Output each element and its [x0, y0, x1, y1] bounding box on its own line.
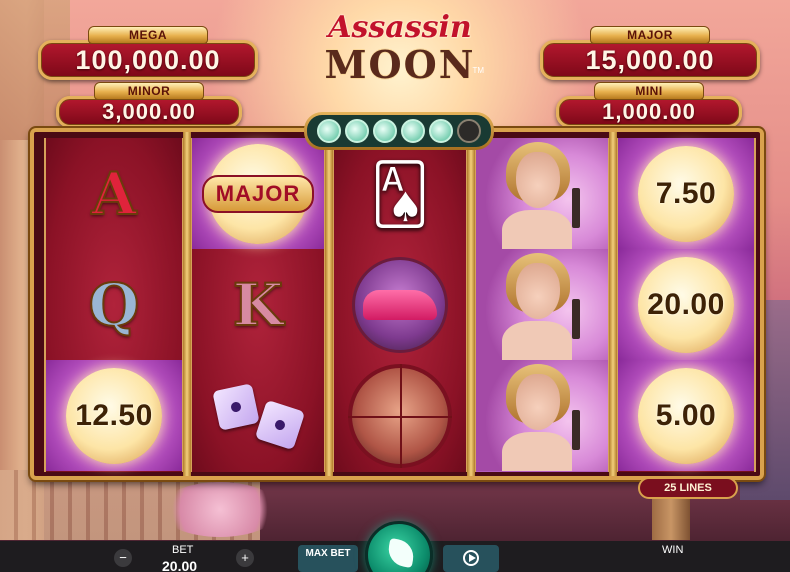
reel5-moon-symbol-2: 20.00 [618, 249, 754, 360]
reel3-villain-symbol [334, 360, 466, 471]
woman-icon [476, 249, 608, 360]
flowers [160, 482, 280, 537]
moon-pip-filled [345, 119, 369, 143]
moon-value: 12.50 [75, 398, 153, 432]
reel2-symbol-k: K [192, 249, 324, 360]
reel2-major-symbol: MAJOR [192, 138, 324, 249]
jackpot-mini-value: 1,000.00 [556, 96, 742, 128]
moon-value: 20.00 [647, 287, 725, 321]
moon-value: 7.50 [655, 176, 717, 210]
jackpot-mini: MINI 1,000.00 [556, 82, 742, 128]
reel4-woman-symbol-1 [476, 138, 608, 249]
reel4-woman-symbol-2 [476, 249, 608, 360]
major-badge: MAJOR [201, 174, 315, 213]
jackpot-major-value: 15,000.00 [540, 40, 760, 80]
bet-increase-button[interactable]: + [236, 549, 254, 567]
spin-icon [385, 537, 417, 569]
paylines-badge: 25 LINES [638, 477, 738, 499]
moon-pip-filled [373, 119, 397, 143]
car-icon [352, 256, 448, 353]
bet-value: 20.00 [162, 558, 198, 572]
jackpot-mega-label: MEGA [88, 26, 208, 44]
moon-value: 5.00 [655, 398, 717, 432]
win-label: WIN [662, 544, 684, 556]
cards-martini-icon: 🂡 [370, 161, 430, 227]
jackpot-mega-value: 100,000.00 [38, 40, 258, 80]
jackpot-major: MAJOR 15,000.00 [540, 26, 760, 80]
jackpot-major-label: MAJOR [590, 26, 710, 44]
reel3-cards-symbol: 🂡 [334, 138, 466, 249]
reel-3: 🂡 [332, 138, 468, 472]
letter-q-symbol: Q [88, 270, 141, 340]
letter-a-symbol: A [90, 159, 137, 229]
reel5-moon-symbol-1: 7.50 [618, 138, 754, 249]
game-logo: Assassin MOON TM [312, 8, 488, 112]
moon-icon: MAJOR [201, 143, 315, 244]
logo-line1: Assassin [328, 10, 472, 45]
reel1-moon-symbol: 12.50 [46, 360, 182, 471]
reel3-car-symbol [334, 249, 466, 360]
dice-icon [212, 382, 306, 450]
reel4-woman-symbol-3 [476, 360, 608, 471]
reel-5: 7.50 20.00 5.00 [616, 138, 756, 472]
play-icon [463, 550, 479, 566]
woman-icon [476, 138, 608, 249]
moon-icon: 20.00 [638, 256, 734, 353]
reel-4 [474, 138, 610, 472]
letter-k-symbol: K [232, 270, 284, 340]
jackpot-mini-label: MINI [594, 82, 704, 100]
autoplay-button[interactable] [443, 545, 499, 572]
reel-separator [325, 132, 333, 476]
moon-progress-meter [304, 112, 494, 150]
reel5-moon-symbol-3: 5.00 [618, 360, 754, 471]
reel2-dice-symbol [192, 360, 324, 471]
reel-separator [609, 132, 617, 476]
reel1-symbol-a: A [46, 138, 182, 249]
bet-label: BET [172, 544, 194, 556]
moon-icon: 5.00 [638, 367, 734, 464]
villain-icon [348, 363, 452, 468]
max-bet-button[interactable]: MAX BET [298, 545, 358, 572]
reel1-symbol-q: Q [46, 249, 182, 360]
jackpot-mega: MEGA 100,000.00 [38, 26, 258, 80]
woman-icon [476, 360, 608, 471]
moon-icon: 12.50 [66, 367, 162, 464]
jackpot-minor: MINOR 3,000.00 [56, 82, 242, 128]
reel-2: MAJOR K [190, 138, 326, 472]
reel-1: A Q 12.50 [44, 138, 184, 472]
moon-pip-filled [401, 119, 425, 143]
moon-pip-empty [457, 119, 481, 143]
moon-icon: 7.50 [638, 145, 734, 242]
moon-pip-filled [317, 119, 341, 143]
jackpot-minor-value: 3,000.00 [56, 96, 242, 128]
logo-trademark: TM [472, 66, 484, 75]
moon-pip-filled [429, 119, 453, 143]
reel-frame: A Q 12.50 MAJOR K 🂡 7.50 20.00 5.00 [30, 128, 764, 480]
jackpot-minor-label: MINOR [94, 82, 204, 100]
logo-line2: MOON [324, 42, 476, 87]
reel-separator [183, 132, 191, 476]
bet-decrease-button[interactable]: − [114, 549, 132, 567]
reel-separator [467, 132, 475, 476]
